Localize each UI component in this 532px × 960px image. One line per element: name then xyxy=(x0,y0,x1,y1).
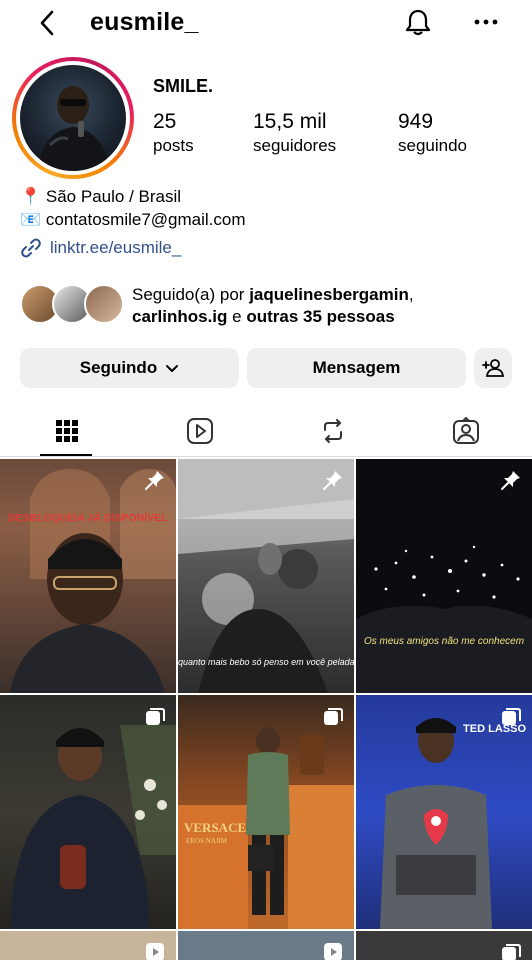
followers-count[interactable]: 15,5 mil seguidores xyxy=(253,110,336,156)
post-tile[interactable] xyxy=(356,931,532,960)
following-count[interactable]: 949 seguindo xyxy=(398,110,467,156)
chevron-down-icon xyxy=(166,364,179,372)
profile-username: eusmile_ xyxy=(90,8,199,36)
top-bar: eusmile_ xyxy=(0,0,532,46)
tab-reels[interactable] xyxy=(133,405,266,457)
repost-icon xyxy=(323,419,342,443)
bio-email: 📧 contatosmile7@gmail.com xyxy=(20,210,246,229)
reels-icon xyxy=(324,943,342,960)
post-image xyxy=(10,725,176,929)
carousel-icon xyxy=(502,708,521,725)
post-brand-text: VERSACE xyxy=(184,820,247,835)
suggest-users-button[interactable] xyxy=(474,348,512,388)
carousel-icon xyxy=(502,944,521,960)
post-tile[interactable]: TED LASSO xyxy=(356,695,532,929)
story-ring[interactable] xyxy=(12,57,134,179)
mutual-avatar-3 xyxy=(84,284,124,324)
person-add-icon xyxy=(482,359,504,377)
followed-by-text: Seguido(a) por jaquelinesbergamin, carli… xyxy=(132,285,414,326)
post-tile[interactable]: VERSACE EROS NAJIM xyxy=(178,695,354,929)
grid-icon xyxy=(55,420,78,442)
more-horizontal-icon xyxy=(474,19,498,25)
following-button[interactable]: Seguindo xyxy=(20,348,239,388)
post-image xyxy=(356,545,532,693)
chevron-left-icon xyxy=(40,10,54,36)
avatar-image xyxy=(38,86,110,171)
post-brand-subtext: EROS NAJIM xyxy=(186,837,228,845)
post-caption: quanto mais bebo só penso em você pelada xyxy=(178,657,354,667)
avatar xyxy=(20,65,126,171)
bell-icon xyxy=(405,9,431,36)
reels-icon xyxy=(146,943,164,960)
tab-tagged[interactable] xyxy=(399,405,532,457)
mutual-followers[interactable]: Seguido(a) por jaquelinesbergamin, carli… xyxy=(20,284,520,328)
pin-icon xyxy=(145,471,164,490)
carousel-icon xyxy=(324,708,343,725)
display-name: SMILE. xyxy=(153,76,214,96)
post-tile[interactable] xyxy=(0,931,176,960)
tagged-icon xyxy=(452,417,479,444)
notifications-button[interactable] xyxy=(400,4,436,40)
post-tile[interactable] xyxy=(0,695,176,929)
post-image xyxy=(10,469,176,693)
post-tile[interactable]: DESBLOQUEIA JÁ DISPONÍVEL xyxy=(0,459,176,693)
message-button[interactable]: Mensagem xyxy=(247,348,466,388)
active-tab-indicator xyxy=(40,454,92,456)
post-caption: DESBLOQUEIA JÁ DISPONÍVEL xyxy=(8,513,168,524)
post-tile[interactable] xyxy=(178,931,354,960)
tab-grid[interactable] xyxy=(0,405,133,457)
pin-icon xyxy=(323,471,342,490)
link-icon xyxy=(21,238,41,258)
bio-link[interactable]: linktr.ee/eusmile_ xyxy=(20,237,181,259)
pin-icon xyxy=(501,471,520,490)
carousel-icon xyxy=(146,708,165,725)
reels-icon xyxy=(186,418,213,444)
back-button[interactable] xyxy=(30,6,64,40)
post-tile[interactable]: Os meus amigos não me conhecem xyxy=(356,459,532,693)
posts-count[interactable]: 25 posts xyxy=(153,110,194,156)
more-options-button[interactable] xyxy=(468,4,504,40)
bio-location: 📍 São Paulo / Brasil xyxy=(20,187,182,206)
post-tile[interactable]: quanto mais bebo só penso em você pelada xyxy=(178,459,354,693)
profile-tabs xyxy=(0,405,532,457)
tab-reposts[interactable] xyxy=(266,405,399,457)
post-caption: Os meus amigos não me conhecem xyxy=(363,636,525,647)
post-image xyxy=(178,727,354,929)
